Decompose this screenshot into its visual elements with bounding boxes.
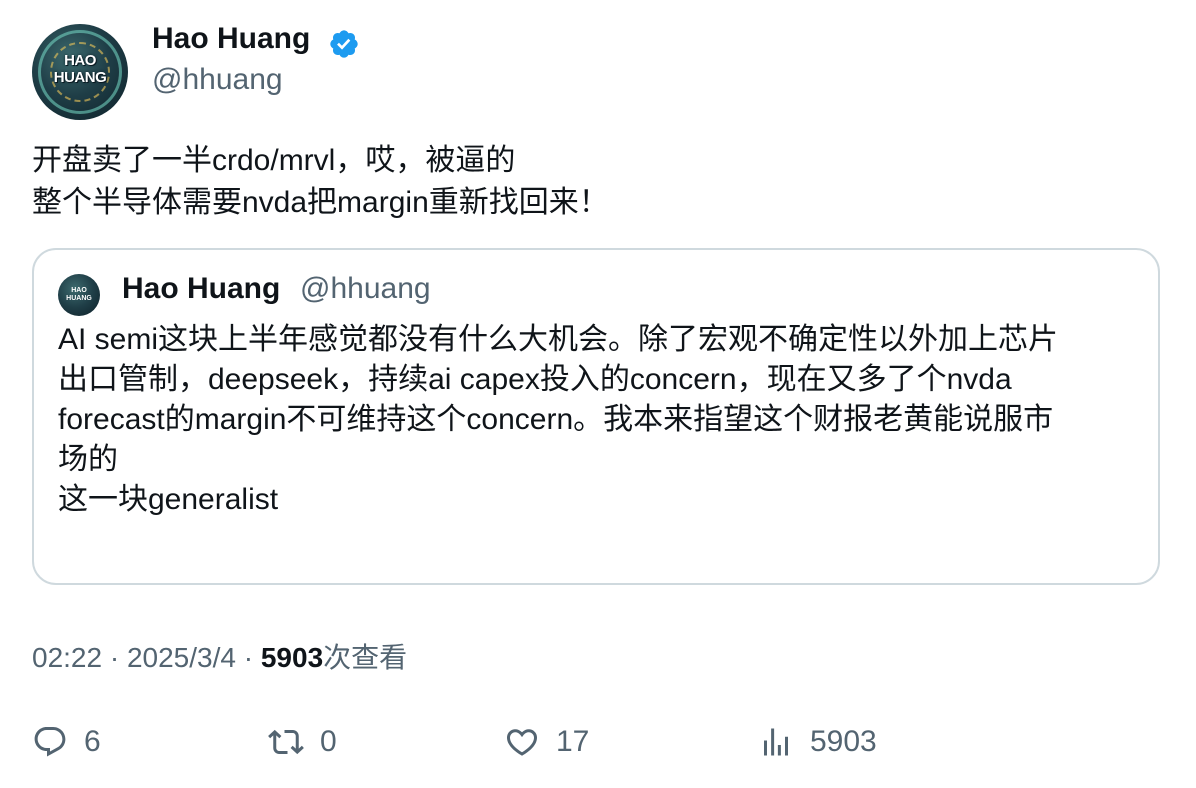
quote-body: AI semi这块上半年感觉都没有什么大机会。除了宏观不确定性以外加上芯片 出口… <box>58 320 1143 520</box>
retweet-button[interactable]: 0 <box>268 722 337 762</box>
quote-author-handle: @hhuang <box>300 272 431 305</box>
quote-line: AI semi这块上半年感觉都没有什么大机会。除了宏观不确定性以外加上芯片 <box>58 323 1059 356</box>
views-button[interactable]: 5903 <box>758 722 877 762</box>
reply-count: 6 <box>84 725 101 758</box>
tweet-time[interactable]: 02:22 <box>32 642 102 673</box>
quote-avatar-logo-text: HAO HUANG <box>66 287 92 302</box>
reply-button[interactable]: 6 <box>32 722 101 762</box>
verified-badge-icon[interactable] <box>328 28 360 60</box>
meta-separator: · <box>102 642 127 673</box>
tweet-line: 整个半导体需要nvda把margin重新找回来！ <box>32 186 609 219</box>
author-name[interactable]: Hao Huang <box>152 22 310 56</box>
quote-author-name: Hao Huang <box>122 272 281 305</box>
tweet-body: 开盘卖了一半crdo/mrvl，哎，被逼的 整个半导体需要nvda把margin… <box>32 140 1162 224</box>
like-button[interactable]: 17 <box>504 722 589 762</box>
views-action-count: 5903 <box>810 725 877 758</box>
analytics-bar-icon <box>764 728 788 756</box>
author-handle[interactable]: @hhuang <box>152 63 283 97</box>
tweet-line: 开盘卖了一半crdo/mrvl，哎，被逼的 <box>32 144 516 177</box>
quote-line: 出口管制，deepseek，持续ai capex投入的concern，现在又多了… <box>58 363 1012 396</box>
quote-author-avatar: HAO HUANG <box>58 274 100 316</box>
retweet-count: 0 <box>320 725 337 758</box>
quote-line: 场的 <box>58 443 118 476</box>
heart-icon <box>506 729 538 756</box>
meta-separator: · <box>235 642 261 673</box>
quote-line: forecast的margin不可维持这个concern。我本来指望这个财报老黄… <box>58 403 1054 436</box>
avatar-logo-text: HAO HUANG <box>53 52 107 86</box>
author-avatar[interactable]: HAO HUANG <box>32 24 128 120</box>
tweet-page: HAO HUANG Hao Huang @hhuang 开盘卖了一半crdo/m… <box>0 0 1196 788</box>
like-count: 17 <box>556 725 590 758</box>
views-label: 次查看 <box>323 642 408 673</box>
quote-line: 这一块generalist <box>58 483 279 516</box>
quoted-tweet-card[interactable]: HAO HUANG Hao Huang @hhuang AI semi这块上半年… <box>32 248 1160 585</box>
tweet-meta: 02:22 · 2025/3/4 · 5903次查看 <box>32 636 407 676</box>
views-count: 5903 <box>260 642 324 673</box>
reply-icon <box>34 727 66 757</box>
retweet-icon <box>268 729 304 755</box>
tweet-date[interactable]: 2025/3/4 <box>127 642 236 673</box>
